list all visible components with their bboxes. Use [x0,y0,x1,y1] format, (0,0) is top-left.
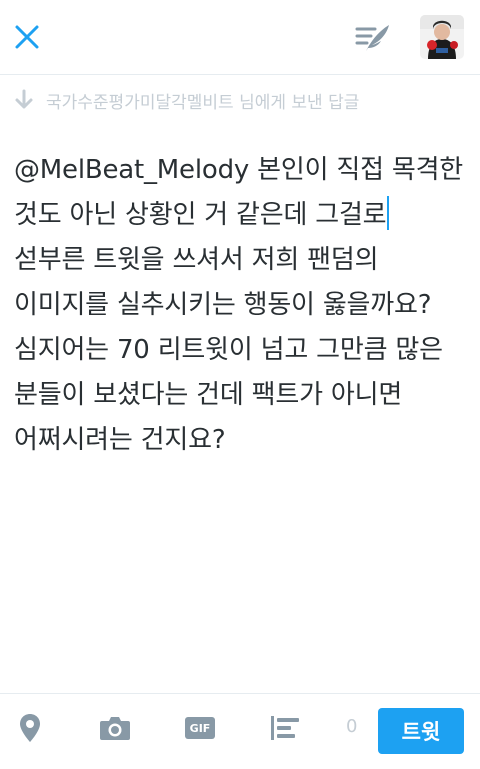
compose-line-1: @MelBeat_Melody 본인이 직접 목격한 [14,148,472,193]
user-avatar [420,15,464,59]
compose-line-4: 이미지를 실추시키는 행동이 옳을까요? [14,290,432,320]
compose-line-7: 어쩌시려는 건지요? [14,425,226,455]
compose-toolbar: GIF 0 트윗 [0,693,480,769]
camera-button[interactable] [98,712,132,744]
reply-to-text: 국가수준평가미달각멜비트 님에게 보낸 답글 [46,92,360,113]
close-button[interactable] [10,20,44,54]
compose-line-2: 것도 아닌 상황인 거 같은데 그걸로 [14,193,472,238]
tweet-compose-field[interactable]: @MelBeat_Melody 본인이 직접 목격한 것도 아닌 상황인 거 같… [14,148,472,463]
location-button[interactable] [18,712,42,744]
drafts-quill-icon [355,25,389,51]
gif-button[interactable]: GIF [184,712,216,744]
poll-button[interactable] [270,712,302,744]
compose-line-3: 섣부른 트윗을 쓰셔서 저희 팬덤의 [14,245,379,275]
poll-icon [271,716,299,740]
avatar[interactable] [420,15,464,59]
reply-arrow-icon [15,89,33,109]
compose-line-1-rest: 본인이 직접 목격한 [249,155,464,185]
tweet-button[interactable]: 트윗 [378,708,464,754]
compose-line-5: 심지어는 70 리트윗이 넘고 그만큼 많은 [14,335,443,365]
gif-label: GIF [189,721,211,735]
reply-context: 국가수준평가미달각멜비트 님에게 보낸 답글 [14,86,359,114]
compose-line-2-text: 것도 아닌 상황인 거 같은데 그걸로 [14,200,387,230]
camera-icon [100,717,130,740]
character-count: 0 [346,716,358,737]
mention-text: @MelBeat_Melody [14,155,250,185]
text-cursor [387,196,390,230]
close-icon [15,25,39,49]
compose-header [0,0,480,75]
location-pin-icon [20,714,40,742]
compose-line-6: 분들이 보셨다는 건데 팩트가 아니면 [14,380,403,410]
drafts-button[interactable] [354,20,392,56]
gif-icon: GIF [185,717,215,739]
